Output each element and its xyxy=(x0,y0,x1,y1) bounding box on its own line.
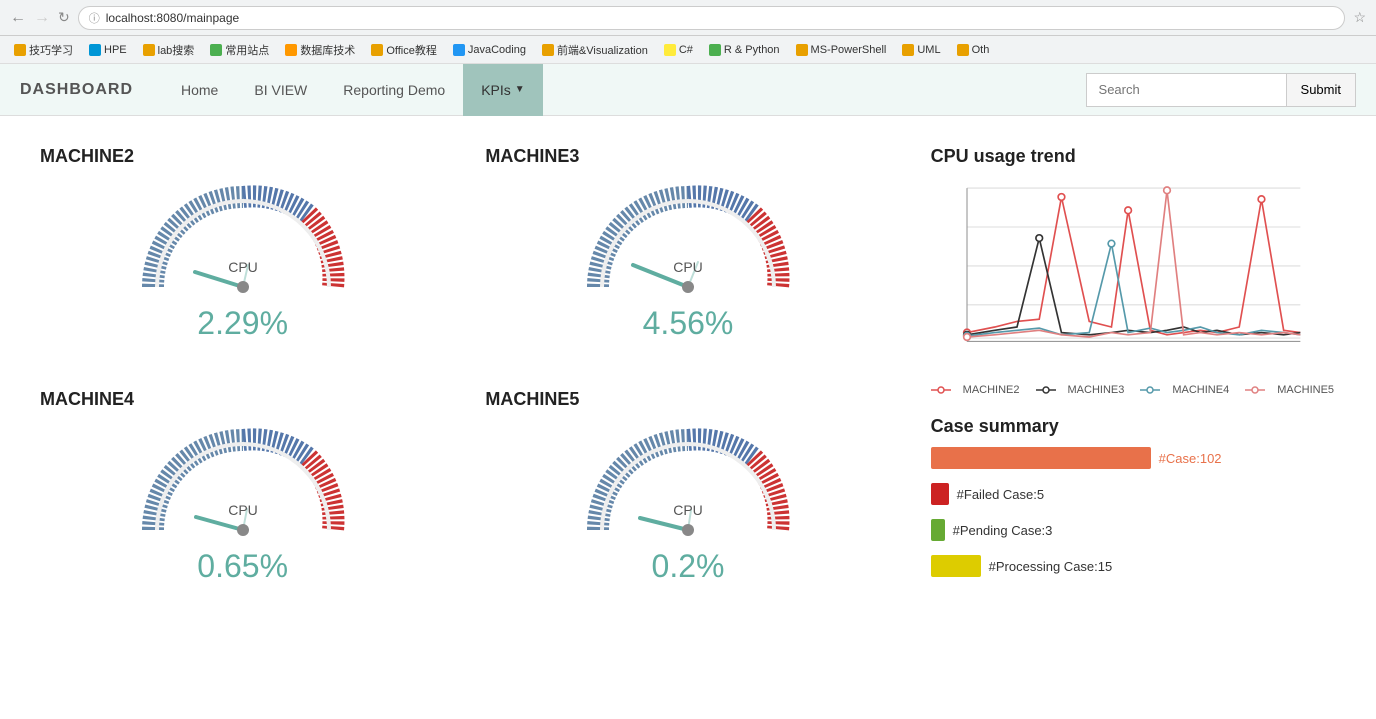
cpu-trend-chart xyxy=(931,177,1336,377)
case-row-pending: #Pending Case:3 xyxy=(931,519,1336,541)
search-input[interactable] xyxy=(1086,73,1286,107)
legend-machine4: MACHINE4 xyxy=(1140,384,1229,396)
case-row-failed: #Failed Case:5 xyxy=(931,483,1336,505)
bookmark-item[interactable]: 常用站点 xyxy=(204,40,275,60)
bookmark-item[interactable]: UML xyxy=(896,42,946,58)
case-label-processing: #Processing Case:15 xyxy=(989,559,1113,574)
machine4-value: 0.65% xyxy=(197,548,288,585)
case-bar-processing xyxy=(931,555,981,577)
back-icon[interactable]: ← xyxy=(10,9,26,27)
case-summary-title: Case summary xyxy=(931,416,1336,437)
bookmarks-bar: 技巧学习 HPE lab搜索 常用站点 数据库技术 Office教程 JavaC… xyxy=(0,36,1376,64)
svg-text:CPU: CPU xyxy=(228,259,258,275)
legend-machine3: MACHINE3 xyxy=(1036,384,1125,396)
bookmark-item[interactable]: R & Python xyxy=(703,42,786,58)
legend-machine5: MACHINE5 xyxy=(1245,384,1334,396)
bookmark-item[interactable]: Office教程 xyxy=(365,40,443,60)
bookmark-item[interactable]: Oth xyxy=(951,42,996,58)
cpu-trend-title: CPU usage trend xyxy=(931,146,1336,167)
machine2-value: 2.29% xyxy=(197,305,288,342)
case-row-processing: #Processing Case:15 xyxy=(931,555,1336,577)
url-text: localhost:8080/mainpage xyxy=(106,11,239,25)
machine5-gauge: CPU xyxy=(578,420,798,540)
bookmark-item[interactable]: 前端&Visualization xyxy=(536,40,654,60)
machine3-card: MACHINE3 CPU 4.56% xyxy=(475,136,900,359)
refresh-icon[interactable]: ↻ xyxy=(58,9,70,26)
navbar: DASHBOARD Home BI VIEW Reporting Demo KP… xyxy=(0,64,1376,116)
machine4-title: MACHINE4 xyxy=(40,389,134,410)
lock-icon: ⓘ xyxy=(89,10,100,26)
forward-icon[interactable]: → xyxy=(34,9,50,27)
kpis-dropdown-icon: ▼ xyxy=(515,84,525,95)
case-bar-pending xyxy=(931,519,945,541)
case-bar-failed xyxy=(931,483,949,505)
search-area: Submit xyxy=(1086,73,1356,107)
machine4-card: MACHINE4 CPU 0.65% xyxy=(30,379,455,602)
case-label-pending: #Pending Case:3 xyxy=(953,523,1053,538)
machine2-title: MACHINE2 xyxy=(40,146,134,167)
main-content: MACHINE2 CPU 2.29% MACHI xyxy=(0,116,1376,621)
machine3-title: MACHINE3 xyxy=(485,146,579,167)
machine2-card: MACHINE2 CPU 2.29% xyxy=(30,136,455,359)
svg-text:CPU: CPU xyxy=(673,259,703,275)
submit-button[interactable]: Submit xyxy=(1286,73,1356,107)
bookmark-item[interactable]: HPE xyxy=(83,42,133,58)
svg-text:CPU: CPU xyxy=(673,502,703,518)
machine2-gauge: CPU xyxy=(133,177,353,297)
right-panel: CPU usage trend xyxy=(921,136,1346,601)
bookmark-star-icon[interactable]: ☆ xyxy=(1353,9,1366,26)
machine5-card: MACHINE5 CPU 0.2% xyxy=(475,379,900,602)
cpu-trend-legend: MACHINE2 MACHINE3 MACHINE4 MACHINE5 xyxy=(931,384,1336,396)
cpu-trend-section: CPU usage trend xyxy=(931,146,1336,396)
svg-text:CPU: CPU xyxy=(228,502,258,518)
nav-biview[interactable]: BI VIEW xyxy=(236,64,325,116)
machine3-value: 4.56% xyxy=(643,305,734,342)
bookmark-item[interactable]: JavaCoding xyxy=(447,42,532,58)
browser-bar: ← → ↻ ⓘ localhost:8080/mainpage ☆ xyxy=(0,0,1376,36)
bookmark-item[interactable]: C# xyxy=(658,42,699,58)
nav-home[interactable]: Home xyxy=(163,64,236,116)
nav-reporting-demo[interactable]: Reporting Demo xyxy=(325,64,463,116)
bookmark-item[interactable]: 技巧学习 xyxy=(8,40,79,60)
url-bar[interactable]: ⓘ localhost:8080/mainpage xyxy=(78,6,1346,30)
case-bar-total xyxy=(931,447,1151,469)
nav-kpis[interactable]: KPIs ▼ xyxy=(463,64,542,116)
case-label-failed: #Failed Case:5 xyxy=(957,487,1044,502)
machine5-title: MACHINE5 xyxy=(485,389,579,410)
brand-logo: DASHBOARD xyxy=(20,81,133,99)
case-label-total: #Case:102 xyxy=(1159,451,1222,466)
nav-links: Home BI VIEW Reporting Demo KPIs ▼ xyxy=(163,64,1086,116)
machine5-value: 0.2% xyxy=(652,548,725,585)
legend-machine2: MACHINE2 xyxy=(931,384,1020,396)
machine3-gauge: CPU xyxy=(578,177,798,297)
bookmark-item[interactable]: 数据库技术 xyxy=(279,40,361,60)
case-row-total: #Case:102 xyxy=(931,447,1336,469)
bookmark-item[interactable]: MS-PowerShell xyxy=(790,42,893,58)
case-summary-section: Case summary #Case:102 #Failed Case:5 #P… xyxy=(931,416,1336,591)
machine4-gauge: CPU xyxy=(133,420,353,540)
bookmark-item[interactable]: lab搜索 xyxy=(137,40,201,60)
